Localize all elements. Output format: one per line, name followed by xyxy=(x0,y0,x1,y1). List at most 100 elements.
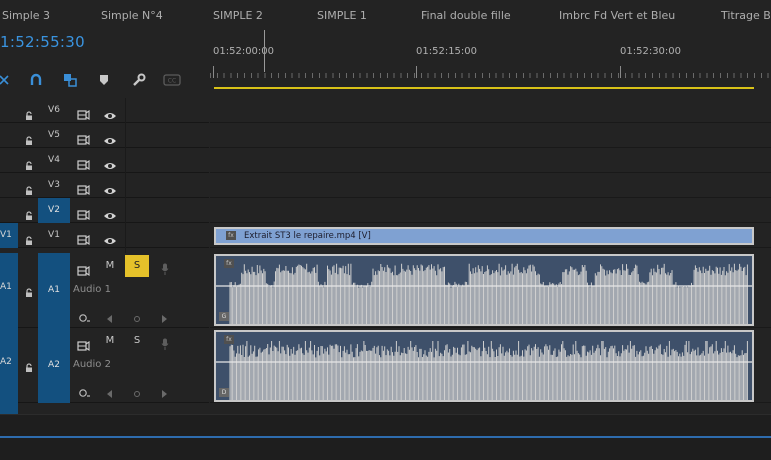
next-keyframe-icon[interactable] xyxy=(160,384,168,403)
voice-over-record-icon[interactable] xyxy=(161,260,169,279)
ruler-major-tick xyxy=(416,66,417,78)
captions-icon[interactable]: CC xyxy=(162,70,182,90)
audio-waveform xyxy=(216,341,752,400)
track-label[interactable]: A1 xyxy=(38,253,70,328)
channel-badge: G xyxy=(219,312,229,321)
ruler-major-tick xyxy=(620,66,621,78)
solo-button[interactable]: S xyxy=(125,255,149,277)
time-ruler[interactable]: 01:52:00:00 01:52:15:00 01:52:30:00 xyxy=(210,30,771,96)
source-patch[interactable]: V1 xyxy=(0,223,18,248)
audio-clip-1[interactable]: fx G xyxy=(214,254,754,326)
video-track-header-v3: V3 xyxy=(0,173,209,198)
voice-over-record-icon[interactable] xyxy=(161,335,169,354)
video-track-lane[interactable] xyxy=(210,223,771,248)
playhead[interactable] xyxy=(264,30,265,72)
next-keyframe-icon[interactable] xyxy=(160,309,168,328)
linked-selection-icon[interactable] xyxy=(60,70,80,90)
timeline-toolbar: CC xyxy=(0,66,210,94)
source-patch[interactable]: A2 xyxy=(0,328,18,403)
audio-track-name[interactable]: Audio 2 xyxy=(73,359,111,370)
toggle-sync-lock-icon[interactable] xyxy=(77,336,90,355)
lock-icon[interactable] xyxy=(24,206,34,220)
tab-imbrc-fd-vert-et-bleu[interactable]: Imbrc Fd Vert et Bleu xyxy=(559,9,675,22)
toggle-sync-lock-icon[interactable] xyxy=(77,230,90,249)
source-patch[interactable] xyxy=(0,403,18,414)
track-label[interactable]: V4 xyxy=(38,148,70,173)
ruler-label: 01:52:15:00 xyxy=(416,46,478,57)
lock-icon[interactable] xyxy=(24,156,34,170)
work-area-bar[interactable] xyxy=(214,87,754,89)
snap-icon[interactable] xyxy=(0,70,14,90)
previous-keyframe-icon[interactable] xyxy=(106,384,114,403)
audio-waveform xyxy=(216,263,752,324)
marker-icon[interactable] xyxy=(94,70,114,90)
source-patch-label: A1 xyxy=(0,282,12,292)
keyframe-icon[interactable] xyxy=(78,309,90,328)
track-label[interactable]: A2 xyxy=(38,328,70,403)
toggle-sync-lock-icon[interactable] xyxy=(77,180,90,199)
source-patch[interactable]: A1 xyxy=(0,253,18,328)
source-patch-label: V1 xyxy=(0,230,12,240)
wrench-icon[interactable] xyxy=(129,70,149,90)
magnet-icon[interactable] xyxy=(26,70,46,90)
toggle-sync-lock-icon[interactable] xyxy=(77,130,90,149)
playhead-timecode[interactable]: 1:52:55:30 xyxy=(0,33,85,51)
toggle-sync-lock-icon[interactable] xyxy=(77,105,90,124)
tab-simple-3[interactable]: Simple 3 xyxy=(2,9,50,22)
track-headers: V6 V5 V4 V3 V2 V1 V1 A1 A1 M S Audio 1 A2 A2 M S Audio 2 xyxy=(0,98,209,414)
lock-icon[interactable] xyxy=(24,283,34,297)
previous-keyframe-icon[interactable] xyxy=(106,309,114,328)
svg-text:CC: CC xyxy=(168,78,176,85)
track-label[interactable]: V5 xyxy=(38,123,70,148)
toggle-sync-lock-icon[interactable] xyxy=(77,155,90,174)
tab-titrage-bleu[interactable]: Titrage Ble xyxy=(721,9,771,22)
toggle-sync-lock-icon[interactable] xyxy=(77,205,90,224)
toggle-sync-lock-icon[interactable] xyxy=(77,261,90,280)
lock-icon[interactable] xyxy=(24,131,34,145)
mute-button[interactable]: M xyxy=(98,330,122,352)
video-track-lane[interactable] xyxy=(210,98,771,123)
mute-button[interactable]: M xyxy=(98,255,122,277)
video-track-lane[interactable] xyxy=(210,198,771,223)
video-track-lane[interactable] xyxy=(210,123,771,148)
audio-track-header-a1: A1 A1 M S Audio 1 xyxy=(0,253,209,328)
keyframe-icon[interactable] xyxy=(78,384,90,403)
video-track-lane[interactable] xyxy=(210,148,771,173)
tab-simple-1[interactable]: SIMPLE 1 xyxy=(317,9,367,22)
video-track-header-v5: V5 xyxy=(0,123,209,148)
audio-track-header-a2: A2 A2 M S Audio 2 xyxy=(0,328,209,403)
ruler-major-tick xyxy=(213,66,214,78)
video-track-header-v4: V4 xyxy=(0,148,209,173)
source-patch-label: A2 xyxy=(0,357,12,367)
eye-icon[interactable] xyxy=(103,231,117,250)
video-track-header-v6: V6 xyxy=(0,98,209,123)
track-label[interactable]: V6 xyxy=(38,98,70,123)
lock-icon[interactable] xyxy=(24,231,34,245)
video-track-header-v1: V1 V1 xyxy=(0,223,209,248)
horizontal-scrollbar[interactable] xyxy=(0,436,771,438)
ruler-label: 01:52:30:00 xyxy=(620,46,682,57)
lock-icon[interactable] xyxy=(24,106,34,120)
lock-icon[interactable] xyxy=(24,358,34,372)
timeline-tracks[interactable]: fx Extrait ST3 le repaire.mp4 [V] fx G f… xyxy=(210,98,771,414)
track-label[interactable]: V3 xyxy=(38,173,70,198)
ruler-ticks xyxy=(210,66,771,78)
fx-badge: fx xyxy=(224,259,234,268)
tab-simple-n4[interactable]: Simple N°4 xyxy=(101,9,163,22)
solo-button[interactable]: S xyxy=(125,330,149,352)
fx-badge: fx xyxy=(224,335,234,344)
lock-icon[interactable] xyxy=(24,181,34,195)
tab-simple-2[interactable]: SIMPLE 2 xyxy=(213,9,263,22)
track-label[interactable]: V1 xyxy=(38,223,70,248)
add-keyframe-icon[interactable] xyxy=(133,384,141,403)
video-track-lane[interactable] xyxy=(210,173,771,198)
audio-track-name[interactable]: Audio 1 xyxy=(73,284,111,295)
add-keyframe-icon[interactable] xyxy=(133,309,141,328)
tab-final-double-fille[interactable]: Final double fille xyxy=(421,9,511,22)
header-divider xyxy=(125,98,126,253)
sequence-tabs: Simple 3 Simple N°4 SIMPLE 2 SIMPLE 1 Fi… xyxy=(0,0,771,30)
video-track-header-v2: V2 xyxy=(0,198,209,223)
channel-badge: D xyxy=(219,388,229,397)
audio-clip-2[interactable]: fx D xyxy=(214,330,754,402)
track-label[interactable]: V2 xyxy=(38,198,70,223)
